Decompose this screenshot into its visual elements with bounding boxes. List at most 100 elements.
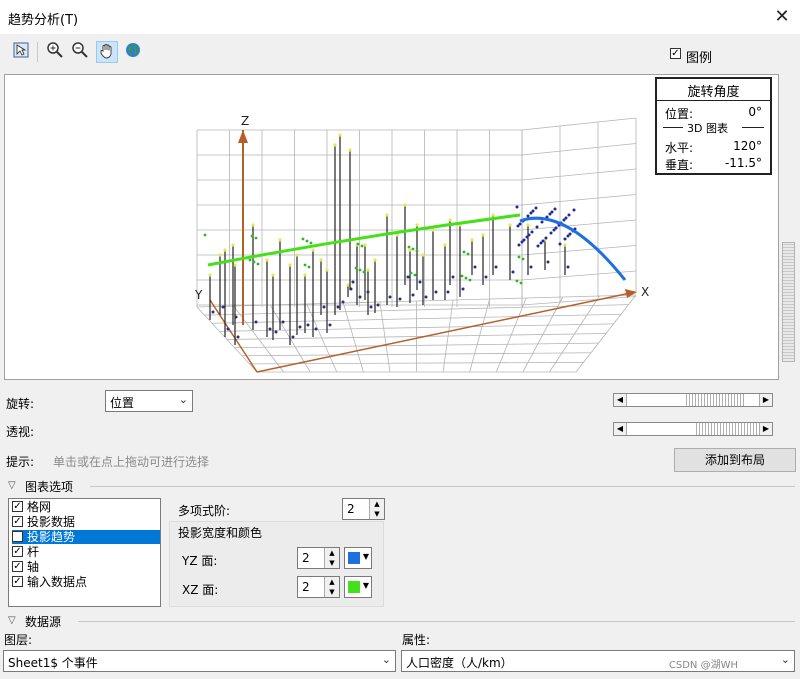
- scroll-right-icon[interactable]: ▶: [759, 394, 772, 406]
- floor-point: [254, 320, 258, 324]
- projected-point: [464, 276, 468, 280]
- zoom-out-icon[interactable]: [69, 41, 91, 63]
- checkbox[interactable]: ✓: [12, 531, 23, 542]
- floor-point: [461, 287, 465, 291]
- list-item[interactable]: ✓ 格网: [12, 500, 160, 514]
- pan-hand-icon[interactable]: [96, 41, 118, 63]
- yz-width-stepper[interactable]: 2 ▲ ▼: [297, 547, 340, 569]
- datasource-header[interactable]: 数据源: [25, 613, 61, 630]
- checkbox[interactable]: ✓: [12, 501, 23, 512]
- projected-point: [303, 263, 307, 267]
- stepper-arrows-icon[interactable]: ▲ ▼: [369, 499, 384, 519]
- chevron-down-icon: ⌄: [178, 393, 188, 406]
- rotation-slider-thumb[interactable]: [684, 394, 744, 406]
- projected-point: [550, 210, 554, 214]
- scroll-left-icon[interactable]: ◀: [614, 423, 627, 435]
- grid-line: [521, 117, 637, 131]
- projected-point: [540, 220, 544, 224]
- floor-point: [366, 290, 370, 294]
- poly-order-stepper[interactable]: 2 ▲ ▼: [342, 498, 385, 520]
- list-item[interactable]: ✓ 输入数据点: [12, 575, 160, 589]
- list-item[interactable]: ✓ 投影数据: [12, 515, 160, 529]
- title-bar: [0, 0, 800, 34]
- window-title: 趋势分析(T): [8, 13, 79, 28]
- data-point: [403, 203, 407, 207]
- add-to-layout-button[interactable]: 添加到布局: [674, 448, 796, 472]
- data-point: [421, 253, 425, 257]
- floor-point: [446, 290, 450, 294]
- scroll-left-icon[interactable]: ◀: [614, 394, 627, 406]
- chevron-down-icon: ⌄: [381, 653, 391, 666]
- perspective-slider[interactable]: ◀ ▶: [613, 422, 773, 436]
- projected-point: [356, 242, 360, 246]
- rotation-slider[interactable]: ◀ ▶: [613, 393, 773, 407]
- projected-point: [541, 239, 545, 243]
- floor-point: [369, 305, 373, 309]
- yz-color-picker[interactable]: ▼: [344, 547, 372, 569]
- floor-point: [376, 303, 380, 307]
- list-item[interactable]: ✓ 杆: [12, 545, 160, 559]
- projected-point: [553, 207, 557, 211]
- yz-plane-label: YZ 面:: [182, 554, 218, 568]
- zoom-in-icon[interactable]: [44, 41, 66, 63]
- section-divider: [90, 486, 795, 487]
- z-axis-label: Z: [241, 114, 249, 128]
- data-point: [408, 248, 412, 252]
- globe-icon[interactable]: [122, 41, 144, 63]
- xz-width-value: 2: [302, 580, 310, 594]
- data-point: [415, 223, 419, 227]
- xz-color-picker[interactable]: ▼: [344, 576, 372, 598]
- checkbox[interactable]: ✓: [12, 516, 23, 527]
- projected-point: [527, 233, 531, 237]
- layer-label: 图层:: [4, 633, 33, 647]
- data-point: [231, 243, 235, 247]
- chevron-down-icon: ▼: [362, 552, 369, 561]
- list-item[interactable]: ✓ 轴: [12, 560, 160, 574]
- floor-point: [494, 265, 498, 269]
- close-icon[interactable]: ✕: [772, 7, 792, 27]
- floor-point: [484, 275, 488, 279]
- perspective-label: 透视:: [6, 425, 35, 439]
- projected-point: [415, 249, 419, 253]
- hint-label: 提示:: [6, 455, 35, 469]
- xz-plane-label: XZ 面:: [182, 583, 219, 597]
- floor-point: [306, 323, 310, 327]
- scroll-right-icon[interactable]: ▶: [759, 423, 772, 435]
- floor-point: [274, 330, 278, 334]
- legend-checkbox[interactable]: ✓: [670, 48, 681, 59]
- data-point: [233, 263, 237, 267]
- perspective-slider-thumb[interactable]: [694, 423, 759, 435]
- floor-point: [424, 295, 428, 299]
- collapse-chevron-icon[interactable]: ▽: [8, 480, 16, 491]
- rotation-panel-divider: [657, 100, 770, 101]
- chart-options-list[interactable]: ✓ 格网 ✓ 投影数据 ✓ 投影趋势 ✓ 杆 ✓ 轴 ✓ 输入数据点: [8, 498, 161, 607]
- data-point: [325, 268, 329, 272]
- data-point: [385, 213, 389, 217]
- yz-width-value: 2: [302, 551, 310, 565]
- list-item[interactable]: ✓ 投影趋势: [12, 530, 160, 544]
- checkbox[interactable]: ✓: [12, 576, 23, 587]
- vertical-angle-label: 垂直:: [665, 158, 694, 172]
- xz-width-stepper[interactable]: 2 ▲ ▼: [297, 576, 340, 598]
- collapse-chevron-icon[interactable]: ▽: [8, 615, 16, 626]
- projected-point: [307, 265, 311, 269]
- select-arrow-icon[interactable]: [10, 41, 32, 63]
- chart-options-header[interactable]: 图表选项: [25, 478, 73, 495]
- vertical-scroll-thumb[interactable]: [782, 242, 795, 362]
- floor-point: [328, 323, 332, 327]
- rotate-mode-select[interactable]: 位置 ⌄: [105, 390, 193, 412]
- grid-line: [521, 168, 637, 181]
- floor-point: [546, 260, 550, 264]
- y-axis-label: Y: [194, 288, 203, 302]
- checkbox[interactable]: ✓: [12, 561, 23, 572]
- stepper-arrows-icon[interactable]: ▲ ▼: [324, 577, 339, 597]
- floor-point: [418, 280, 422, 284]
- stepper-arrows-icon[interactable]: ▲ ▼: [324, 548, 339, 568]
- viewport-vertical-scrollbar[interactable]: [780, 74, 797, 380]
- floor-point: [351, 280, 355, 284]
- chart-3d-section: 3D 图表: [687, 122, 728, 135]
- layer-select[interactable]: Sheet1$ 个事件 ⌄: [3, 650, 396, 672]
- checkbox[interactable]: ✓: [12, 546, 23, 557]
- floor-point: [268, 327, 272, 331]
- projected-point: [544, 236, 548, 240]
